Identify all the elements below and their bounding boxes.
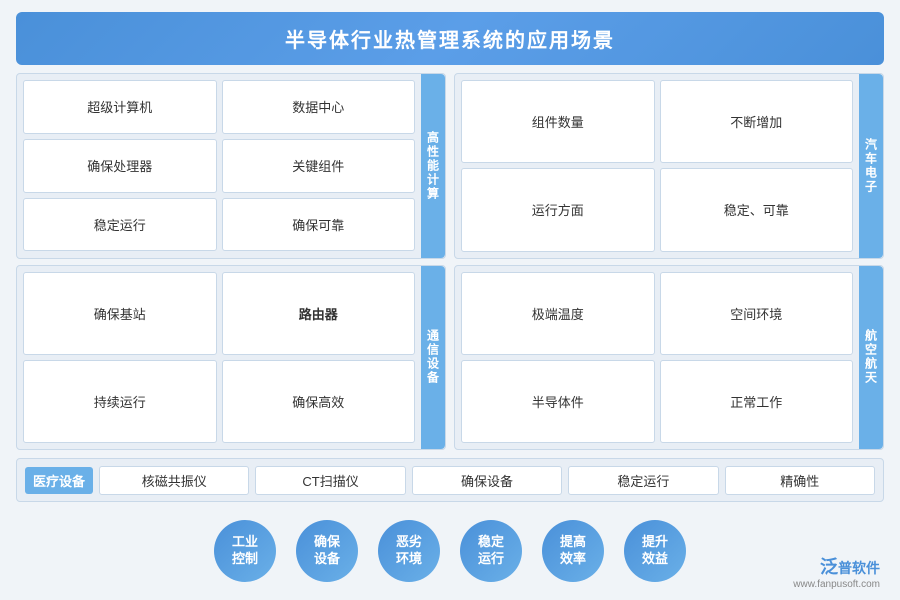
cell-extreme-temp: 极端温度 — [461, 272, 655, 355]
cell-reliable: 确保可靠 — [222, 198, 416, 252]
label-comm: 通信设备 — [421, 266, 445, 450]
circle-item-1: 工业控制 — [214, 520, 276, 582]
section-aero: 极端温度 空间环境 半导体件 正常工作 航空航天 — [454, 265, 884, 451]
section-high-perf: 超级计算机 数据中心 确保处理器 关键组件 稳定运行 确保可靠 高性能计算 — [16, 73, 446, 259]
left-half: 超级计算机 数据中心 确保处理器 关键组件 稳定运行 确保可靠 高性能计算 确保… — [16, 73, 446, 450]
main-container: 半导体行业热管理系统的应用场景 超级计算机 数据中心 确保处理器 关键组件 稳定… — [0, 0, 900, 600]
circle-item-4: 稳定运行 — [460, 520, 522, 582]
section-auto: 组件数量 不断增加 运行方面 稳定、可靠 汽车电子 — [454, 73, 884, 259]
medical-label: 医疗设备 — [25, 467, 93, 494]
cell-increasing: 不断增加 — [660, 80, 854, 163]
cell-stable-run: 稳定运行 — [23, 198, 217, 252]
cell-datacenter: 数据中心 — [222, 80, 416, 134]
grid-area: 超级计算机 数据中心 确保处理器 关键组件 稳定运行 确保可靠 高性能计算 确保… — [16, 73, 884, 450]
medical-item-5: 精确性 — [725, 466, 875, 495]
cell-normal-work: 正常工作 — [660, 360, 854, 443]
high-perf-content: 超级计算机 数据中心 确保处理器 关键组件 稳定运行 确保可靠 — [17, 74, 421, 258]
aero-content: 极端温度 空间环境 半导体件 正常工作 — [455, 266, 859, 450]
circle-harsh-env: 恶劣环境 — [378, 520, 440, 582]
cell-continuous: 持续运行 — [23, 360, 217, 443]
medical-row: 医疗设备 核磁共振仪 CT扫描仪 确保设备 稳定运行 精确性 — [16, 458, 884, 502]
logo-url: www.fanpusoft.com — [793, 579, 880, 590]
medical-item-2: CT扫描仪 — [255, 466, 405, 495]
circle-item-5: 提高效率 — [542, 520, 604, 582]
circle-item-6: 提升效益 — [624, 520, 686, 582]
auto-content: 组件数量 不断增加 运行方面 稳定、可靠 — [455, 74, 859, 258]
cell-component-count: 组件数量 — [461, 80, 655, 163]
circle-item-2: 确保设备 — [296, 520, 358, 582]
cell-base-station: 确保基站 — [23, 272, 217, 355]
section-comm: 确保基站 路由器 持续运行 确保高效 通信设备 — [16, 265, 446, 451]
medical-item-3: 确保设备 — [412, 466, 562, 495]
circles-row: 工业控制 确保设备 恶劣环境 稳定运行 提高效率 提升效益 — [16, 514, 884, 588]
comm-content: 确保基站 路由器 持续运行 确保高效 — [17, 266, 421, 450]
logo-area: 泛普软件 www.fanpusoft.com — [793, 553, 880, 590]
label-aero: 航空航天 — [859, 266, 883, 450]
cell-operation: 运行方面 — [461, 168, 655, 251]
page-title: 半导体行业热管理系统的应用场景 — [285, 30, 615, 52]
cell-processor: 确保处理器 — [23, 139, 217, 193]
right-half: 组件数量 不断增加 运行方面 稳定、可靠 汽车电子 极端温度 空间环境 半导体件… — [454, 73, 884, 450]
label-auto: 汽车电子 — [859, 74, 883, 258]
circle-item-3: 恶劣环境 — [378, 520, 440, 582]
cell-efficient: 确保高效 — [222, 360, 416, 443]
cell-semiconductor: 半导体件 — [461, 360, 655, 443]
cell-space-env: 空间环境 — [660, 272, 854, 355]
logo-name: 泛普软件 — [820, 553, 880, 579]
label-high-perf: 高性能计算 — [421, 74, 445, 258]
cell-supercomputer: 超级计算机 — [23, 80, 217, 134]
circle-improve-efficiency: 提高效率 — [542, 520, 604, 582]
title-bar: 半导体行业热管理系统的应用场景 — [16, 12, 884, 65]
circle-stable-run: 稳定运行 — [460, 520, 522, 582]
medical-item-4: 稳定运行 — [568, 466, 718, 495]
circle-industrial: 工业控制 — [214, 520, 276, 582]
circle-ensure-device: 确保设备 — [296, 520, 358, 582]
circle-improve-benefit: 提升效益 — [624, 520, 686, 582]
medical-item-1: 核磁共振仪 — [99, 466, 249, 495]
cell-router: 路由器 — [222, 272, 416, 355]
cell-key-component: 关键组件 — [222, 139, 416, 193]
cell-stable-reliable: 稳定、可靠 — [660, 168, 854, 251]
